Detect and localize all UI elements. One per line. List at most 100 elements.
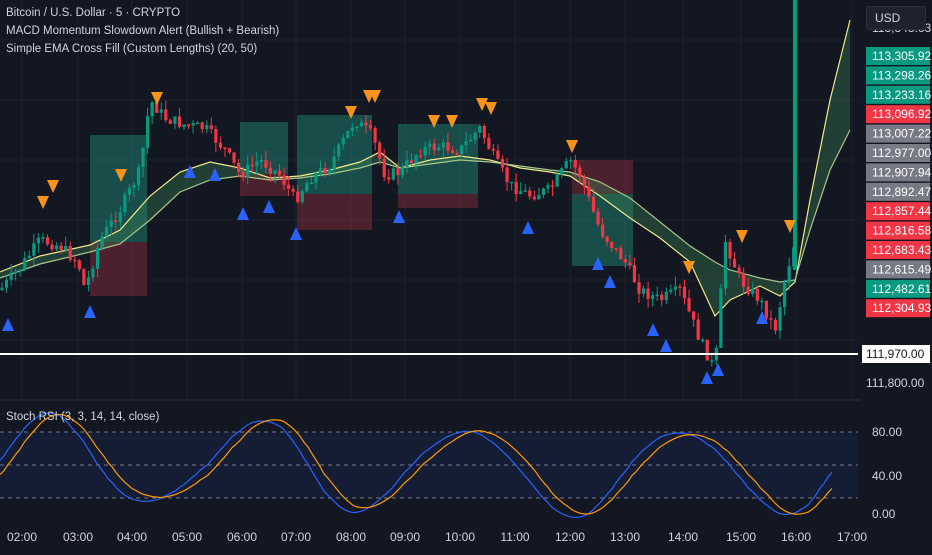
time-label: 05:00 xyxy=(172,530,202,544)
candle-body xyxy=(682,287,687,299)
candle-body xyxy=(578,167,582,177)
triangle-down-icon xyxy=(485,102,497,115)
chart-canvas[interactable]: 113,348.63113,305.92113,298.26113,233.16… xyxy=(0,0,932,550)
candle-body xyxy=(328,169,332,174)
candle-body xyxy=(555,174,559,187)
candle-body xyxy=(778,307,782,331)
candle-body xyxy=(382,158,386,178)
candle-body xyxy=(628,262,632,266)
candle-body xyxy=(168,120,172,124)
candle-body xyxy=(141,147,145,168)
candle-body xyxy=(519,191,523,195)
candle-body xyxy=(783,282,787,308)
candle-body xyxy=(437,147,441,151)
candle-body xyxy=(73,259,77,262)
candle-body xyxy=(350,127,354,131)
symbol-title[interactable]: Bitcoin / U.S. Dollar · 5 · CRYPTO xyxy=(6,6,180,21)
candle-body xyxy=(541,188,546,195)
candle-body xyxy=(614,248,618,250)
candle-body xyxy=(619,248,623,260)
candle-body xyxy=(646,288,650,299)
candle-body xyxy=(14,271,18,274)
stoch-rsi-axis-label: 80.00 xyxy=(872,425,902,439)
stoch-rsi-axis-label: 40.00 xyxy=(872,469,902,483)
triangle-up-icon xyxy=(393,210,405,223)
candle-body xyxy=(414,155,418,163)
price-label: 112,304.93 xyxy=(872,301,931,315)
candle-body xyxy=(560,168,564,175)
candle-body xyxy=(632,265,637,283)
stoch-rsi-axis-label: 0.00 xyxy=(872,507,896,521)
candle-body xyxy=(737,267,741,274)
candle-body xyxy=(346,130,350,139)
candle-body xyxy=(100,236,104,249)
candle-body xyxy=(218,142,222,148)
triangle-up-icon xyxy=(522,221,534,234)
candle-body xyxy=(391,168,395,180)
triangle-up-icon xyxy=(712,363,724,376)
candle-body xyxy=(396,168,400,176)
candle-body xyxy=(655,294,659,297)
candle-body xyxy=(268,167,273,174)
candle-body xyxy=(746,286,750,294)
time-label: 04:00 xyxy=(117,530,147,544)
price-label: 112,892.47 xyxy=(872,185,931,199)
indicator-legend-ema[interactable]: Simple EMA Cross Fill (Custom Lengths) (… xyxy=(6,42,257,57)
indicator-legend-macd[interactable]: MACD Momentum Slowdown Alert (Bullish + … xyxy=(6,24,279,39)
price-label: 112,482.61 xyxy=(872,282,931,296)
candle-body xyxy=(687,298,691,312)
candle-body xyxy=(723,241,728,289)
candle-body xyxy=(596,211,600,225)
candle-body xyxy=(710,360,714,362)
crosshair-price-label[interactable]: 111,970.00 xyxy=(866,347,925,361)
candle-body xyxy=(91,268,95,278)
price-label: 112,907.94 xyxy=(872,165,931,179)
candle-body xyxy=(109,220,113,227)
currency-selector[interactable]: USD xyxy=(866,6,926,30)
candle-body xyxy=(196,122,200,125)
candle-body xyxy=(705,339,709,361)
candle-body xyxy=(742,273,746,287)
candle-body xyxy=(510,181,514,184)
candle-body xyxy=(36,237,40,244)
triangle-up-icon xyxy=(701,371,713,384)
trading-chart[interactable]: 113,348.63113,305.92113,298.26113,233.16… xyxy=(0,0,932,550)
candle-body xyxy=(450,150,455,153)
candle-body xyxy=(528,190,532,197)
candle-body xyxy=(77,260,81,270)
candle-body xyxy=(341,138,345,145)
candle-body xyxy=(446,142,450,151)
triangle-up-icon xyxy=(84,305,96,318)
candle-body xyxy=(209,125,213,130)
candle-body xyxy=(696,319,700,340)
candle-body xyxy=(41,237,45,239)
candle-body xyxy=(605,236,609,242)
candle-body xyxy=(114,220,118,222)
indicator-legend-stoch-rsi[interactable]: Stoch RSI (3, 3, 14, 14, close) xyxy=(6,410,159,425)
candle-body xyxy=(441,142,445,148)
candle-body xyxy=(309,182,313,185)
candle-body xyxy=(4,279,9,288)
triangle-down-icon xyxy=(736,230,748,243)
candle-body xyxy=(419,155,423,157)
candle-body xyxy=(764,300,768,319)
candle-body xyxy=(487,138,491,149)
candle-body xyxy=(787,266,791,283)
candle-body xyxy=(291,188,295,192)
candle-body xyxy=(191,122,195,126)
triangle-up-icon xyxy=(2,318,14,331)
price-label: 112,977.00 xyxy=(872,146,931,160)
candle-body xyxy=(773,319,778,331)
price-label-bottom: 111,800.00 xyxy=(866,376,925,390)
candle-body xyxy=(469,139,473,142)
candle-body xyxy=(678,286,682,288)
candle-body xyxy=(664,291,668,301)
candle-body xyxy=(523,190,527,192)
candle-body xyxy=(409,160,414,163)
candle-body xyxy=(337,144,341,157)
time-label: 13:00 xyxy=(610,530,640,544)
candle-body xyxy=(482,125,486,139)
candle-body xyxy=(573,160,577,168)
triangle-down-icon xyxy=(47,180,59,193)
candle-body xyxy=(364,122,368,126)
